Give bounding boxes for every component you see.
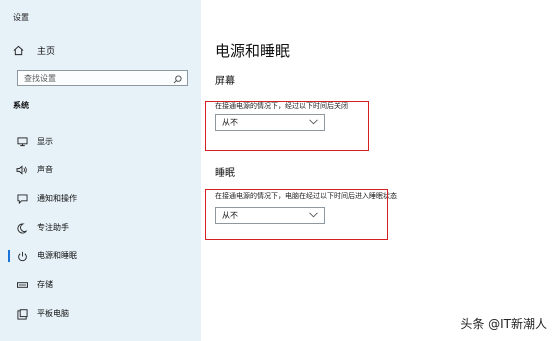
home-nav-item[interactable]: 主页	[13, 42, 55, 58]
highlight-box-screen	[205, 101, 369, 151]
power-icon	[15, 249, 29, 263]
sidebar-item-label: 平板电脑	[37, 309, 69, 318]
sidebar-item-power-sleep[interactable]: 电源和睡眠	[0, 247, 201, 265]
page-title: 电源和睡眠	[215, 42, 291, 60]
moon-icon	[15, 221, 29, 235]
sidebar-item-label: 专注助手	[37, 223, 69, 232]
sidebar-item-storage[interactable]: 存储	[0, 276, 201, 294]
sidebar-item-notifications[interactable]: 通知和操作	[0, 190, 201, 208]
sidebar-item-display[interactable]: 显示	[0, 133, 201, 151]
notification-icon	[15, 192, 29, 206]
sidebar-item-label: 电源和睡眠	[37, 251, 77, 260]
speaker-icon	[15, 163, 29, 177]
active-indicator	[8, 250, 10, 262]
sidebar-item-label: 显示	[37, 137, 53, 146]
highlight-box-sleep	[205, 189, 388, 240]
sidebar-item-sound[interactable]: 声音	[0, 161, 201, 179]
app-title: 设置	[13, 13, 29, 22]
tablet-icon	[15, 307, 29, 321]
search-placeholder: 查找设置	[24, 73, 56, 83]
home-icon	[13, 45, 27, 56]
section-header-system: 系统	[13, 101, 29, 110]
sidebar-item-tablet[interactable]: 平板电脑	[0, 305, 201, 323]
sidebar-item-label: 存储	[37, 280, 53, 289]
watermark: 头条 @IT新潮人	[460, 317, 547, 331]
home-label: 主页	[37, 46, 56, 57]
sidebar-item-label: 声音	[37, 165, 53, 174]
sidebar-item-focus-assist[interactable]: 专注助手	[0, 219, 201, 237]
monitor-icon	[15, 135, 29, 149]
storage-icon	[15, 278, 29, 292]
search-input[interactable]: 查找设置	[17, 70, 188, 86]
search-icon[interactable]	[173, 69, 182, 88]
screen-section-heading: 屏幕	[215, 76, 235, 87]
sleep-section-heading: 睡眠	[215, 168, 235, 179]
sidebar: 设置 主页 查找设置 系统 显示 声音 通知和操作 专注助手 电源和睡眠 存储 …	[0, 0, 201, 341]
sidebar-item-label: 通知和操作	[37, 194, 77, 203]
